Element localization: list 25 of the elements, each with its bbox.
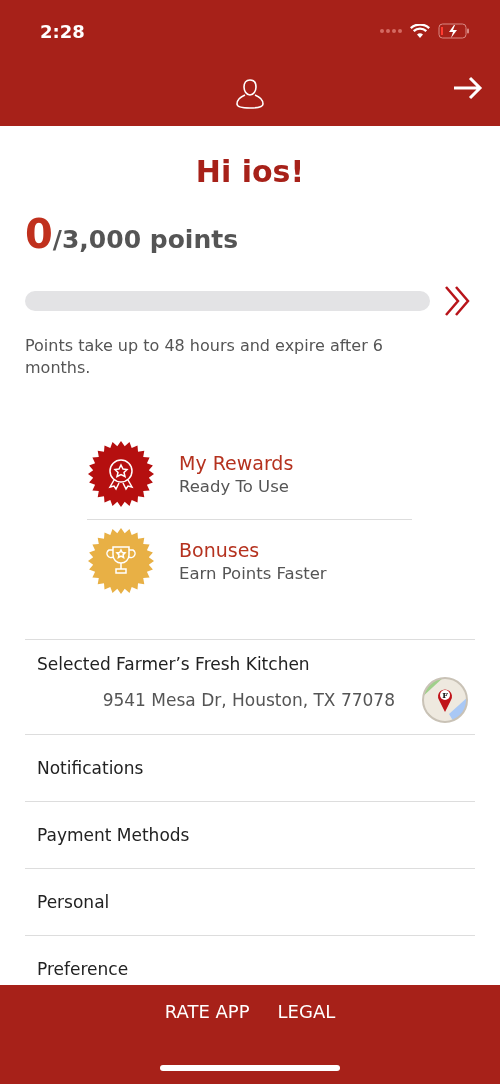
settings-menu-item[interactable]: Payment Methods bbox=[25, 802, 475, 869]
reward-title[interactable]: My Rewards bbox=[179, 452, 294, 474]
award-badge-icon bbox=[87, 440, 155, 508]
store-address: 9541 Mesa Dr, Houston, TX 77078 bbox=[102, 690, 395, 710]
greeting-title: Hi ios! bbox=[194, 154, 306, 189]
footer-link[interactable]: LEGAL bbox=[277, 1001, 336, 1022]
profile-icon[interactable] bbox=[236, 78, 264, 110]
reward-title[interactable]: Bonuses bbox=[179, 538, 327, 561]
settings-menu-item[interactable]: Personal bbox=[25, 869, 475, 936]
trophy-badge-icon bbox=[87, 526, 155, 595]
settings-menu-item[interactable]: Notifications bbox=[25, 735, 475, 802]
battery-charging-icon bbox=[438, 23, 470, 39]
footer-link[interactable]: RATE APP bbox=[164, 1001, 250, 1022]
status-time: 2:28 bbox=[40, 20, 85, 42]
forward-arrow-icon[interactable] bbox=[452, 76, 484, 100]
double-chevron-icon[interactable] bbox=[444, 285, 472, 317]
points-earned: 0 bbox=[25, 211, 53, 257]
map-pin-icon[interactable]: F bbox=[421, 676, 469, 724]
points-note: Points take up to 48 hours and expire after 6 months. bbox=[25, 335, 384, 379]
points-goal: /3,000 points bbox=[52, 225, 239, 254]
wifi-icon bbox=[410, 24, 430, 38]
selected-store-label: Selected Farmer’s Fresh Kitchen bbox=[37, 654, 311, 674]
reward-subtitle: Earn Points Faster bbox=[179, 563, 327, 583]
signal-dots-icon bbox=[380, 29, 402, 33]
reward-subtitle: Ready To Use bbox=[179, 477, 290, 496]
